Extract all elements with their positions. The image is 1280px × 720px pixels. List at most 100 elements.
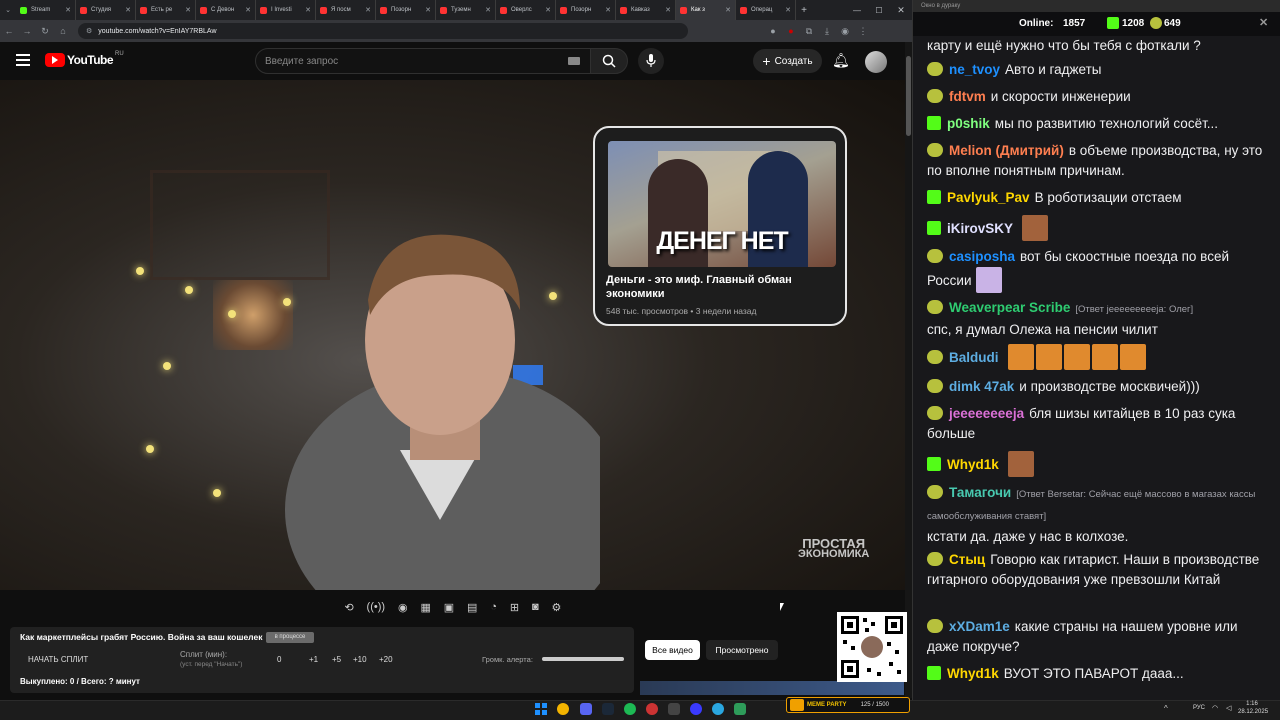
app-taskbar-icon-1[interactable] [580, 703, 592, 715]
chat-username[interactable]: jeeeeeeeeja [949, 406, 1024, 421]
video-player[interactable]: ДЕНЕГ НЕТ Деньги - это миф. Главный обма… [0, 80, 905, 590]
eye-icon[interactable]: ◉ [398, 601, 408, 614]
chat-username[interactable]: Pavlyuk_Pav [947, 190, 1030, 205]
speed-icon[interactable]: ◔ [490, 601, 497, 613]
split-value-0[interactable]: 0 [277, 655, 281, 664]
back-icon[interactable]: ← [0, 26, 18, 36]
page-scrollbar[interactable] [905, 42, 912, 698]
maximize-icon[interactable]: ☐ [868, 6, 890, 15]
split-plus20-button[interactable]: +20 [379, 655, 393, 664]
browser-tab[interactable]: I Investi ✕ [256, 0, 316, 20]
tab-close-icon[interactable]: ✕ [305, 6, 311, 14]
clock[interactable]: 1:16 28.12.2025 [1238, 700, 1268, 716]
windows-start-icon[interactable] [535, 703, 547, 715]
chat-username[interactable]: xXDam1e [949, 619, 1010, 634]
chat-username[interactable]: p0shik [947, 116, 990, 131]
search-button[interactable] [590, 48, 628, 74]
browser-tab[interactable]: Есть ре ✕ [136, 0, 196, 20]
chat-username[interactable]: Baldudi [949, 350, 999, 365]
browser-tab[interactable]: Stream ✕ [16, 0, 76, 20]
browser-tab[interactable]: Позорн ✕ [376, 0, 436, 20]
profile-icon[interactable]: ◉ [836, 26, 854, 37]
tab-close-icon[interactable]: ✕ [485, 6, 491, 14]
notifications-bell-icon[interactable]: 🔔︎ [832, 52, 850, 69]
chat-username[interactable]: Тамагочи [949, 485, 1011, 500]
theater-icon[interactable]: ▤ [467, 601, 477, 614]
close-window-icon[interactable]: ✕ [890, 5, 912, 16]
pip-icon[interactable]: ▣ [444, 601, 454, 614]
extensions-puzzle-icon[interactable]: ⧉ [800, 26, 818, 37]
language-indicator[interactable]: РУС [1193, 705, 1205, 711]
clapper-icon[interactable]: ▦ [420, 601, 430, 614]
avatar[interactable] [865, 51, 887, 73]
tab-close-icon[interactable]: ✕ [605, 6, 611, 14]
split-plus1-button[interactable]: +1 [309, 655, 318, 664]
keyboard-icon[interactable] [568, 57, 580, 65]
card-thumbnail[interactable]: ДЕНЕГ НЕТ [608, 141, 836, 267]
minimize-icon[interactable]: — [846, 6, 868, 15]
app-taskbar-icon-3[interactable] [646, 703, 658, 715]
forward-icon[interactable]: → [18, 26, 36, 36]
tray-chevron-icon[interactable]: ^ [1164, 704, 1168, 713]
voice-search-button[interactable] [638, 48, 664, 74]
extension-icon-2[interactable]: ● [782, 26, 800, 36]
chrome-taskbar-icon[interactable] [557, 703, 569, 715]
chat-username[interactable]: Whyd1k [947, 457, 999, 472]
settings-gear-icon[interactable]: ⚙ [552, 601, 562, 614]
loop-icon[interactable]: ⟲ [344, 601, 353, 614]
tab-close-icon[interactable]: ✕ [545, 6, 551, 14]
wifi-icon[interactable]: ◠ [1212, 704, 1218, 712]
browser-menu-icon[interactable]: ⋮ [854, 26, 872, 37]
search-input[interactable]: Введите запрос [255, 48, 595, 74]
download-icon[interactable]: ⤓ [818, 26, 836, 37]
tab-close-icon[interactable]: ✕ [65, 6, 71, 14]
chat-username[interactable]: iKirovSKY [947, 221, 1013, 236]
chat-username[interactable]: Whyd1k [947, 666, 999, 681]
card-title[interactable]: Деньги - это миф. Главный обман экономик… [606, 273, 836, 301]
all-videos-button[interactable]: Все видео [645, 640, 700, 660]
browser-tab[interactable]: Как з ✕ [676, 0, 736, 20]
split-plus10-button[interactable]: +10 [353, 655, 367, 664]
browser-tab[interactable]: Операц ✕ [736, 0, 796, 20]
hamburger-menu-icon[interactable] [16, 54, 30, 66]
browser-tab[interactable]: Оверлс ✕ [496, 0, 556, 20]
tab-close-icon[interactable]: ✕ [125, 6, 131, 14]
chat-username[interactable]: Стыц [949, 552, 985, 567]
tab-close-icon[interactable]: ✕ [665, 6, 671, 14]
chat-username[interactable]: Weaverpear Scribe [949, 300, 1070, 315]
tab-close-icon[interactable]: ✕ [725, 6, 731, 14]
home-icon[interactable]: ⌂ [54, 26, 72, 36]
spotify-taskbar-icon[interactable] [624, 703, 636, 715]
site-info-icon[interactable]: ⚙ [86, 27, 92, 35]
chat-username[interactable]: dimk 47ak [949, 379, 1014, 394]
end-screen-card[interactable]: ДЕНЕГ НЕТ Деньги - это миф. Главный обма… [593, 126, 847, 326]
url-field[interactable]: ⚙ youtube.com/watch?v=EnIAY7RBLAw [78, 23, 688, 39]
reload-icon[interactable]: ↻ [36, 26, 54, 37]
tab-close-icon[interactable]: ✕ [365, 6, 371, 14]
chat-username[interactable]: Melion (Дмитрий) [949, 143, 1064, 158]
add-clip-icon[interactable]: ⊞ [510, 601, 519, 614]
app-taskbar-icon-5[interactable] [690, 703, 702, 715]
tab-close-icon[interactable]: ✕ [185, 6, 191, 14]
browser-tab[interactable]: Позорн ✕ [556, 0, 616, 20]
extension-icon[interactable]: ● [764, 26, 782, 36]
chat-close-icon[interactable]: ✕ [1259, 16, 1268, 29]
next-video-thumbnail[interactable] [640, 681, 904, 695]
chat-username[interactable]: casiposha [949, 249, 1015, 264]
meme-party-widget[interactable]: MEME PARTY 125 / 1500 [786, 697, 910, 713]
app-taskbar-icon-6[interactable] [734, 703, 746, 715]
tab-close-icon[interactable]: ✕ [785, 6, 791, 14]
app-taskbar-icon-4[interactable] [668, 703, 680, 715]
screenshot-icon[interactable]: ◙ [532, 601, 539, 613]
chat-username[interactable]: fdtvm [949, 89, 986, 104]
watched-button[interactable]: Просмотрено [706, 640, 778, 660]
broadcast-icon[interactable]: ((•)) [367, 601, 386, 613]
app-taskbar-icon-2[interactable] [602, 703, 614, 715]
tab-close-icon[interactable]: ✕ [245, 6, 251, 14]
browser-tab[interactable]: Кавказ ✕ [616, 0, 676, 20]
telegram-taskbar-icon[interactable] [712, 703, 724, 715]
start-split-button[interactable]: НАЧАТЬ СПЛИТ [28, 655, 88, 664]
volume-icon[interactable]: ◁ [1226, 704, 1231, 712]
browser-tab[interactable]: Туземн ✕ [436, 0, 496, 20]
split-plus5-button[interactable]: +5 [332, 655, 341, 664]
